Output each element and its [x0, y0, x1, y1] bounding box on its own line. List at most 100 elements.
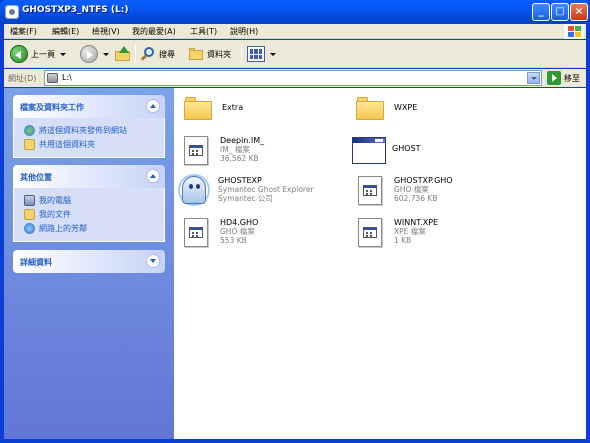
maximize-button[interactable]: □ — [551, 3, 569, 21]
menu-favorites[interactable]: 我的最愛(A) — [132, 26, 176, 37]
file-name: Extra — [222, 103, 244, 112]
file-size: 602,736 KB — [394, 194, 438, 203]
file-name: GHOST — [392, 144, 421, 153]
expand-chevron-icon[interactable] — [146, 254, 160, 268]
file-type: GHO 檔案 — [394, 185, 429, 194]
file-type: GHO 檔案 — [220, 227, 255, 236]
folder-icon — [182, 92, 214, 124]
file-item-deepin[interactable]: Deepin.IM_ IM_ 檔案 36,562 KB — [180, 132, 340, 172]
drive-icon — [5, 5, 19, 19]
other-places-panel: 其他位置 我的電腦 我的文件 網路上的芳鄰 — [13, 165, 165, 242]
views-icon — [247, 46, 265, 62]
views-button[interactable] — [247, 44, 276, 64]
file-tasks-body: 將這個資料夾發佈到網站 共用這個資料夾 — [13, 118, 165, 158]
file-item-hd4-gho[interactable]: HD4.GHO GHO 檔案 553 KB — [180, 214, 340, 254]
file-tasks-panel: 檔案及資料夾工作 將這個資料夾發佈到網站 共用這個資料夾 — [13, 95, 165, 158]
file-item-ghost[interactable]: GHOST — [352, 132, 512, 172]
ghost-explorer-icon — [178, 174, 210, 206]
file-name: GHOSTXP.GHO — [394, 176, 453, 185]
forward-dropdown-icon[interactable] — [103, 52, 109, 56]
task-label: 將這個資料夾發佈到網站 — [39, 125, 127, 135]
details-title: 詳細資料 — [20, 258, 52, 267]
file-document-icon — [354, 174, 386, 206]
other-places-body: 我的電腦 我的文件 網路上的芳鄰 — [13, 188, 165, 242]
network-icon — [24, 222, 35, 234]
file-size: 36,562 KB — [220, 154, 259, 163]
forward-button[interactable] — [80, 44, 109, 64]
search-icon — [140, 46, 156, 62]
file-size: 553 KB — [220, 236, 247, 245]
collapse-chevron-icon[interactable] — [146, 169, 160, 183]
windows-logo-icon — [564, 24, 584, 39]
file-name: GHOSTEXP — [218, 176, 262, 185]
views-dropdown-icon[interactable] — [270, 52, 276, 56]
file-item-winnt-xpe[interactable]: WINNT.XPE XPE 檔案 1 KB — [354, 214, 514, 254]
address-label: 網址(D) — [8, 74, 37, 83]
folder-icon — [354, 92, 386, 124]
toolbar-separator — [241, 45, 242, 63]
search-button[interactable]: 搜尋 — [140, 44, 175, 64]
menu-tools[interactable]: 工具(T) — [190, 26, 217, 37]
file-document-icon — [180, 134, 212, 166]
search-label: 搜尋 — [159, 49, 175, 59]
back-arrow-icon — [10, 45, 28, 63]
explorer-window: GHOSTXP3_NTFS (L:) _ □ × 檔案(F) 編輯(E) 檢視(… — [0, 0, 590, 443]
back-dropdown-icon[interactable] — [60, 52, 66, 56]
toolbar-separator — [135, 45, 136, 63]
other-places-header[interactable]: 其他位置 — [13, 165, 165, 188]
up-folder-button[interactable] — [114, 44, 132, 64]
file-size: 1 KB — [394, 236, 412, 245]
title-bar[interactable]: GHOSTXP3_NTFS (L:) _ □ × — [0, 0, 590, 24]
drive-icon — [47, 73, 58, 83]
application-window-icon — [352, 134, 386, 166]
globe-icon — [24, 124, 35, 136]
back-button[interactable]: 上一頁 — [10, 44, 66, 64]
place-label: 我的文件 — [39, 209, 71, 219]
file-type: IM_ 檔案 — [220, 145, 250, 154]
file-document-icon — [180, 216, 212, 248]
menu-help[interactable]: 說明(H) — [230, 26, 258, 37]
file-name: WXPE — [394, 103, 418, 112]
file-description: Symantec Ghost Explorer — [218, 185, 314, 194]
go-button[interactable]: 移至 — [547, 70, 585, 86]
file-name: WINNT.XPE — [394, 218, 439, 227]
window-title: GHOSTXP3_NTFS (L:) — [22, 5, 129, 15]
other-places-title: 其他位置 — [20, 173, 52, 182]
file-name: HD4.GHO — [220, 218, 259, 227]
address-bar: 網址(D) L:\ 移至 — [4, 69, 586, 87]
address-value: L:\ — [62, 73, 72, 82]
menu-view[interactable]: 檢視(V) — [92, 26, 120, 37]
address-dropdown-button[interactable] — [527, 72, 540, 84]
share-folder-icon — [24, 138, 35, 150]
file-item-ghostexp[interactable]: GHOSTEXP Symantec Ghost Explorer Symante… — [178, 172, 348, 212]
place-my-computer[interactable]: 我的電腦 — [24, 193, 164, 207]
menu-bar: 檔案(F) 編輯(E) 檢視(V) 我的最愛(A) 工具(T) 說明(H) — [4, 24, 586, 39]
close-button[interactable]: × — [570, 3, 588, 21]
file-type: XPE 檔案 — [394, 227, 426, 236]
collapse-chevron-icon[interactable] — [146, 99, 160, 113]
menu-edit[interactable]: 編輯(E) — [52, 26, 79, 37]
file-item-extra[interactable]: Extra — [182, 90, 342, 130]
minimize-button[interactable]: _ — [532, 3, 550, 21]
details-panel: 詳細資料 — [13, 250, 165, 273]
go-label: 移至 — [564, 73, 580, 83]
menu-file[interactable]: 檔案(F) — [10, 26, 37, 37]
details-header[interactable]: 詳細資料 — [13, 250, 165, 273]
address-input[interactable]: L:\ — [44, 70, 542, 86]
computer-icon — [24, 194, 35, 206]
place-label: 我的電腦 — [39, 195, 71, 205]
go-arrow-icon — [547, 71, 561, 85]
file-document-icon — [354, 216, 386, 248]
file-name: Deepin.IM_ — [220, 136, 265, 145]
file-item-ghostxp-gho[interactable]: GHOSTXP.GHO GHO 檔案 602,736 KB — [354, 172, 514, 212]
task-pane: 檔案及資料夾工作 將這個資料夾發佈到網站 共用這個資料夾 其他位置 我的電腦 我… — [4, 88, 174, 439]
place-my-documents[interactable]: 我的文件 — [24, 207, 164, 221]
place-label: 網路上的芳鄰 — [39, 223, 87, 233]
file-item-wxpe[interactable]: WXPE — [354, 90, 514, 130]
folders-button[interactable]: 資料夾 — [188, 44, 231, 64]
task-share-folder[interactable]: 共用這個資料夾 — [24, 137, 164, 151]
task-label: 共用這個資料夾 — [39, 139, 95, 149]
place-network[interactable]: 網路上的芳鄰 — [24, 221, 164, 235]
task-publish-web[interactable]: 將這個資料夾發佈到網站 — [24, 123, 164, 137]
file-tasks-header[interactable]: 檔案及資料夾工作 — [13, 95, 165, 118]
